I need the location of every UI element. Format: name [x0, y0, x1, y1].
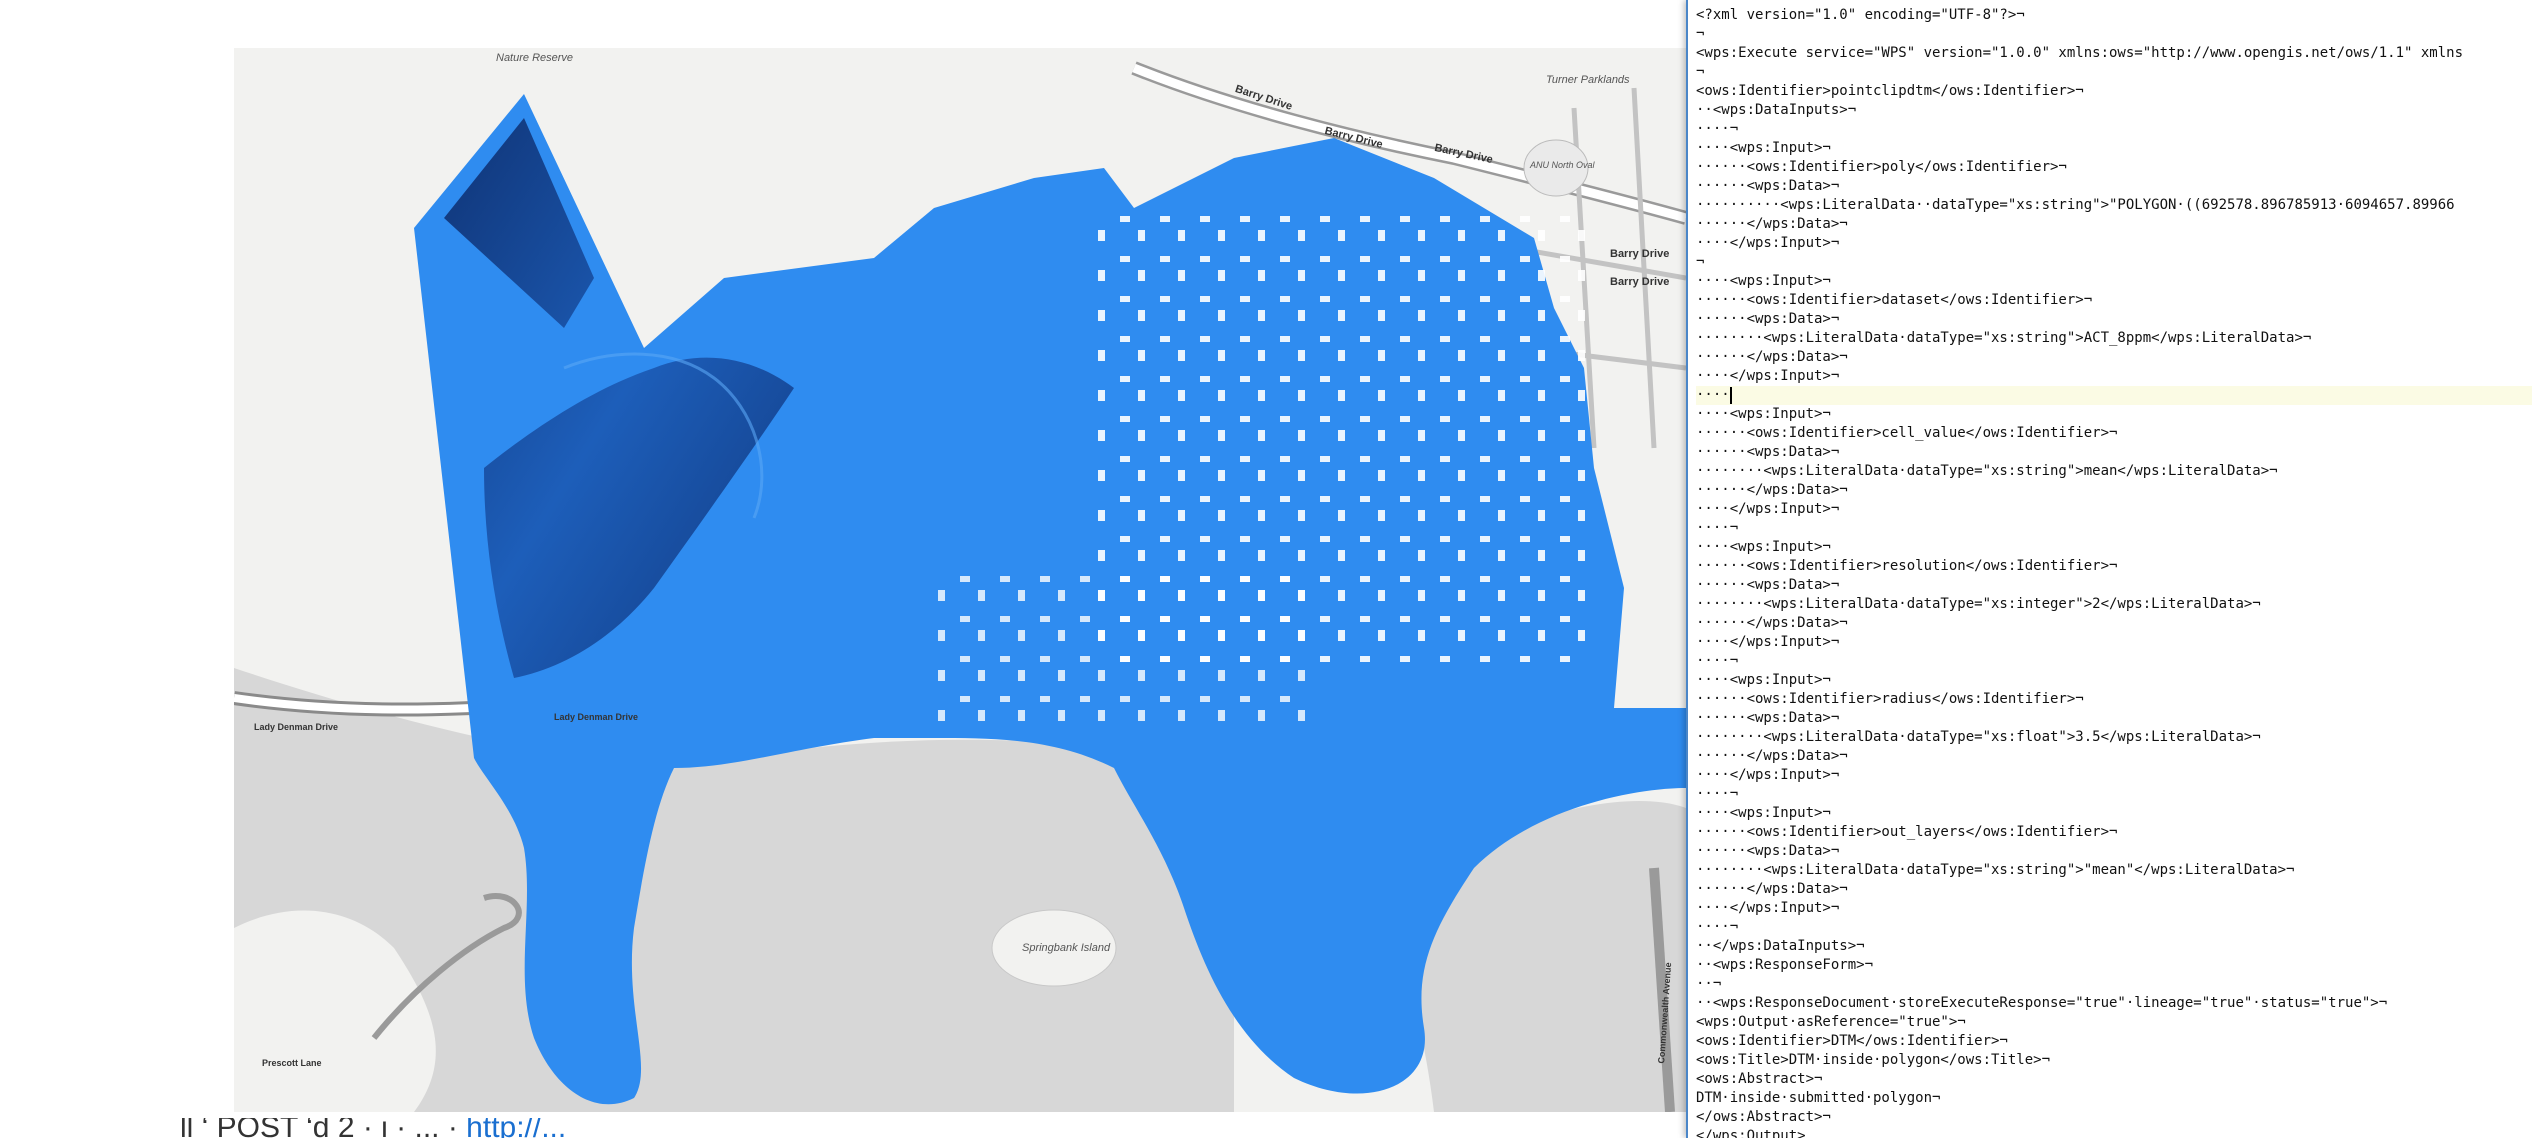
code-line[interactable]: ····<wps:Input>¬	[1696, 405, 2532, 424]
label-barry-drive-5: Barry Drive	[1610, 276, 1670, 288]
code-line[interactable]: ······</wps:Data>¬	[1696, 481, 2532, 500]
code-line[interactable]: ··<wps:ResponseDocument·storeExecuteResp…	[1696, 994, 2532, 1013]
code-line[interactable]: ······<wps:Data>¬	[1696, 842, 2532, 861]
code-line[interactable]: ····¬	[1696, 785, 2532, 804]
code-line[interactable]: ········<wps:LiteralData·dataType="xs:st…	[1696, 329, 2532, 348]
code-line[interactable]: ······</wps:Data>¬	[1696, 614, 2532, 633]
code-line[interactable]: ··</wps:DataInputs>¬	[1696, 937, 2532, 956]
code-line[interactable]: <ows:Title>DTM·inside·polygon</ows:Title…	[1696, 1051, 2532, 1070]
code-line[interactable]: ··········<wps:LiteralData··dataType="xs…	[1696, 196, 2532, 215]
code-line[interactable]: </ows:Abstract>¬	[1696, 1108, 2532, 1127]
code-line[interactable]: ¬	[1696, 253, 2532, 272]
code-line[interactable]: <ows:Identifier>pointclipdtm</ows:Identi…	[1696, 82, 2532, 101]
code-line[interactable]: <wps:Execute service="WPS" version="1.0.…	[1696, 44, 2532, 63]
label-barry-drive-4: Barry Drive	[1610, 248, 1670, 260]
code-line[interactable]: ····<wps:Input>¬	[1696, 272, 2532, 291]
code-line[interactable]: ¬	[1696, 25, 2532, 44]
code-line[interactable]: ····</wps:Input>¬	[1696, 500, 2532, 519]
xml-editor[interactable]: <?xml version="1.0" encoding="UTF-8"?>¬ ¬…	[1686, 0, 2532, 1138]
code-line[interactable]: ······<ows:Identifier>poly</ows:Identifi…	[1696, 158, 2532, 177]
code-line[interactable]: ····</wps:Input>¬	[1696, 633, 2532, 652]
map-view[interactable]: Nature Reserve Turner Parklands ANU Nort…	[234, 48, 1686, 1112]
caption-text: ll ‘ POST ‘d 2 · i · ... ·	[180, 1118, 467, 1138]
code-line[interactable]: ····¬	[1696, 918, 2532, 937]
code-line[interactable]: </wps:Output>	[1696, 1127, 2532, 1138]
code-line[interactable]: ······<ows:Identifier>resolution</ows:Id…	[1696, 557, 2532, 576]
label-springbank-island: Springbank Island	[1022, 942, 1111, 954]
code-line[interactable]: ··¬	[1696, 975, 2532, 994]
code-line[interactable]: ······<ows:Identifier>radius</ows:Identi…	[1696, 690, 2532, 709]
code-line[interactable]: ······<wps:Data>¬	[1696, 709, 2532, 728]
code-line[interactable]: ····<wps:Input>¬	[1696, 538, 2532, 557]
code-line[interactable]: ······</wps:Data>¬	[1696, 880, 2532, 899]
label-anu-north-oval: ANU North Oval	[1530, 160, 1595, 170]
code-line[interactable]: DTM·inside·submitted·polygon¬	[1696, 1089, 2532, 1108]
code-line[interactable]: ······<wps:Data>¬	[1696, 443, 2532, 462]
code-line[interactable]: ······<ows:Identifier>dataset</ows:Ident…	[1696, 291, 2532, 310]
label-lady-denman-1: Lady Denman Drive	[254, 722, 339, 732]
code-line[interactable]: ······<wps:Data>¬	[1696, 177, 2532, 196]
label-prescott-lane: Prescott Lane	[262, 1058, 322, 1068]
code-line[interactable]: ······<ows:Identifier>out_layers</ows:Id…	[1696, 823, 2532, 842]
code-line[interactable]: ····	[1696, 386, 2532, 405]
code-line[interactable]: ········<wps:LiteralData·dataType="xs:st…	[1696, 861, 2532, 880]
code-line[interactable]: ····¬	[1696, 652, 2532, 671]
code-line[interactable]: <ows:Identifier>DTM</ows:Identifier>¬	[1696, 1032, 2532, 1051]
slide-caption: ll ‘ POST ‘d 2 · i · ... · http://...	[180, 1118, 1180, 1138]
code-line[interactable]: <wps:Output·asReference="true">¬	[1696, 1013, 2532, 1032]
label-turner-parklands: Turner Parklands	[1546, 74, 1630, 86]
code-line[interactable]: ····<wps:Input>¬	[1696, 671, 2532, 690]
code-line[interactable]: ····</wps:Input>¬	[1696, 899, 2532, 918]
code-line[interactable]: ··<wps:DataInputs>¬	[1696, 101, 2532, 120]
code-line[interactable]: ····<wps:Input>¬	[1696, 139, 2532, 158]
code-line[interactable]: ····</wps:Input>¬	[1696, 367, 2532, 386]
code-line[interactable]: ········<wps:LiteralData·dataType="xs:st…	[1696, 462, 2532, 481]
code-line[interactable]: <ows:Abstract>¬	[1696, 1070, 2532, 1089]
label-lady-denman-2: Lady Denman Drive	[554, 712, 639, 722]
code-line[interactable]: ······</wps:Data>¬	[1696, 747, 2532, 766]
code-line[interactable]: ········<wps:LiteralData·dataType="xs:in…	[1696, 595, 2532, 614]
code-line[interactable]: ····<wps:Input>¬	[1696, 804, 2532, 823]
code-line[interactable]: ····</wps:Input>¬	[1696, 766, 2532, 785]
code-line[interactable]: ······</wps:Data>¬	[1696, 215, 2532, 234]
code-line[interactable]: ······<ows:Identifier>cell_value</ows:Id…	[1696, 424, 2532, 443]
code-line[interactable]: ··<wps:ResponseForm>¬	[1696, 956, 2532, 975]
code-line[interactable]: ¬	[1696, 63, 2532, 82]
dtm-buildings-south	[934, 568, 1314, 728]
caption-link[interactable]: http://...	[466, 1118, 566, 1138]
code-line[interactable]: ········<wps:LiteralData·dataType="xs:fl…	[1696, 728, 2532, 747]
code-line[interactable]: ····¬	[1696, 120, 2532, 139]
code-line[interactable]: ······<wps:Data>¬	[1696, 576, 2532, 595]
text-cursor	[1730, 387, 1732, 404]
code-line[interactable]: <?xml version="1.0" encoding="UTF-8"?>¬	[1696, 6, 2532, 25]
label-nature-reserve: Nature Reserve	[496, 52, 574, 64]
code-line[interactable]: ······</wps:Data>¬	[1696, 348, 2532, 367]
map-canvas	[234, 61, 1686, 1112]
code-line[interactable]: ······<wps:Data>¬	[1696, 310, 2532, 329]
code-line[interactable]: ····¬	[1696, 519, 2532, 538]
code-line[interactable]: ····</wps:Input>¬	[1696, 234, 2532, 253]
